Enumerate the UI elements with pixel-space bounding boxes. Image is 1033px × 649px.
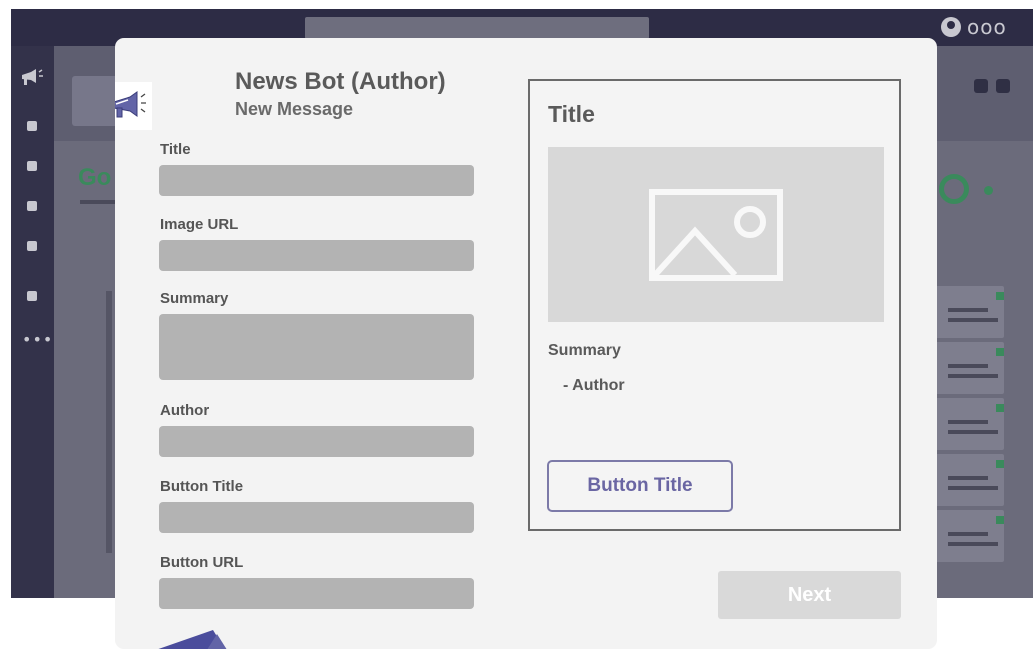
list-item: [934, 398, 1004, 450]
button-url-label: Button URL: [160, 554, 244, 571]
megaphone-icon[interactable]: [19, 68, 45, 88]
preview-author: - Author: [563, 377, 625, 394]
card-preview: Title Summary - Author Button Title: [528, 79, 901, 531]
heading-underline: [80, 200, 120, 204]
preview-image: [548, 147, 884, 322]
summary-textarea[interactable]: [159, 314, 474, 380]
author-input[interactable]: [159, 426, 474, 457]
list-item: [934, 342, 1004, 394]
rail-item-icon[interactable]: [27, 241, 37, 251]
content-divider: [106, 291, 112, 553]
user-avatar-icon[interactable]: [941, 17, 961, 37]
list-item: [934, 454, 1004, 506]
image-url-label: Image URL: [160, 216, 239, 233]
rail-item-icon[interactable]: [27, 291, 37, 301]
dialog-subtitle: New Message: [235, 99, 354, 119]
presence-ring-icon: [939, 174, 969, 204]
preview-summary: Summary: [548, 342, 621, 359]
send-icon: [158, 630, 227, 649]
summary-label: Summary: [160, 290, 229, 307]
more-apps-icon[interactable]: •••: [22, 330, 53, 349]
author-label: Author: [160, 402, 210, 419]
search-box[interactable]: [305, 17, 649, 39]
preview-title: Title: [548, 101, 595, 127]
team-heading-fragment: Go: [78, 164, 112, 191]
bot-name: News Bot (Author): [235, 68, 446, 95]
next-button[interactable]: Next: [718, 571, 901, 619]
bot-avatar: [115, 82, 152, 130]
presence-dot-icon: [984, 186, 993, 195]
title-label: Title: [160, 141, 191, 158]
app-rail: •••: [11, 46, 54, 598]
header-action-icon[interactable]: [996, 79, 1010, 93]
button-url-input[interactable]: [159, 578, 474, 609]
rail-item-icon[interactable]: [27, 201, 37, 211]
title-bar-dots[interactable]: ooo: [967, 15, 1007, 39]
rail-item-icon[interactable]: [27, 121, 37, 131]
button-title-input[interactable]: [159, 502, 474, 533]
header-action-icon[interactable]: [974, 79, 988, 93]
title-input[interactable]: [159, 165, 474, 196]
preview-action-button[interactable]: Button Title: [547, 460, 733, 512]
image-url-input[interactable]: [159, 240, 474, 271]
rail-item-icon[interactable]: [27, 161, 37, 171]
megaphone-icon: [115, 91, 146, 118]
list-item: [934, 510, 1004, 562]
image-placeholder-icon: [649, 188, 783, 281]
list-item: [934, 286, 1004, 338]
new-message-dialog: News Bot (Author) New Message Title Imag…: [115, 38, 937, 649]
button-title-label: Button Title: [160, 478, 244, 495]
